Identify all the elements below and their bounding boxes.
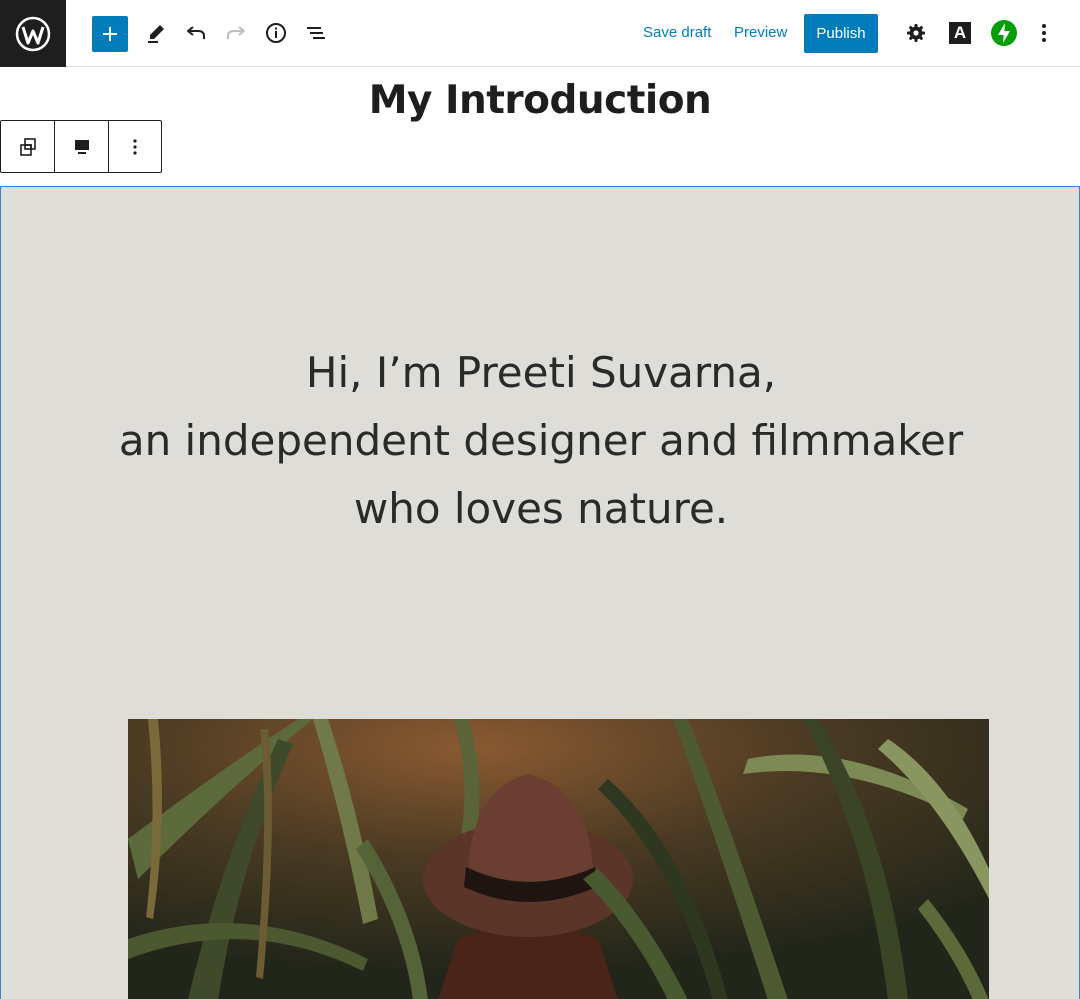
editor-top-toolbar: Save draft Preview Publish A (0, 0, 1080, 67)
intro-line: who loves nature. (353, 484, 729, 533)
intro-line: Hi, I’m Preeti Suvarna, (305, 348, 777, 397)
typography-button[interactable]: A (942, 15, 978, 51)
block-options-button[interactable] (107, 121, 161, 172)
redo-button[interactable] (218, 15, 254, 51)
align-top-icon (74, 139, 89, 154)
cover-photo-image[interactable] (128, 719, 989, 999)
duplicate-icon (19, 137, 36, 156)
more-vertical-icon (1042, 24, 1046, 42)
redo-icon (227, 26, 245, 39)
intro-paragraph[interactable]: Hi, I’m Preeti Suvarna, an independent d… (1, 339, 1080, 543)
typography-letter: A (953, 23, 967, 42)
undo-button[interactable] (178, 15, 214, 51)
plus-icon (103, 27, 117, 41)
typography-icon: A (949, 22, 971, 44)
intro-line: an independent designer and filmmaker (118, 416, 964, 465)
details-button[interactable] (258, 15, 294, 51)
info-icon (266, 23, 286, 43)
save-draft-button[interactable]: Save draft (637, 20, 717, 46)
transform-block-button[interactable] (1, 121, 54, 172)
list-view-icon (307, 27, 325, 39)
publish-button[interactable]: Publish (804, 14, 878, 53)
preview-button[interactable]: Preview (728, 20, 793, 46)
gear-icon (907, 24, 925, 42)
jetpack-icon (991, 20, 1017, 46)
tools-button[interactable] (138, 15, 174, 51)
wordpress-logo-icon[interactable] (0, 0, 66, 67)
add-block-button[interactable] (92, 16, 128, 52)
change-alignment-button[interactable] (54, 121, 107, 172)
cover-block[interactable]: Hi, I’m Preeti Suvarna, an independent d… (0, 186, 1080, 999)
woman-in-cornfield-photo (128, 719, 989, 999)
more-vertical-icon (133, 138, 137, 155)
block-toolbar (0, 120, 162, 173)
post-title[interactable]: My Introduction (0, 78, 1080, 123)
options-menu-button[interactable] (1026, 15, 1062, 51)
jetpack-button[interactable] (986, 15, 1022, 51)
pencil-icon (148, 25, 164, 43)
settings-button[interactable] (898, 15, 934, 51)
undo-icon (187, 26, 205, 39)
list-view-button[interactable] (298, 15, 334, 51)
